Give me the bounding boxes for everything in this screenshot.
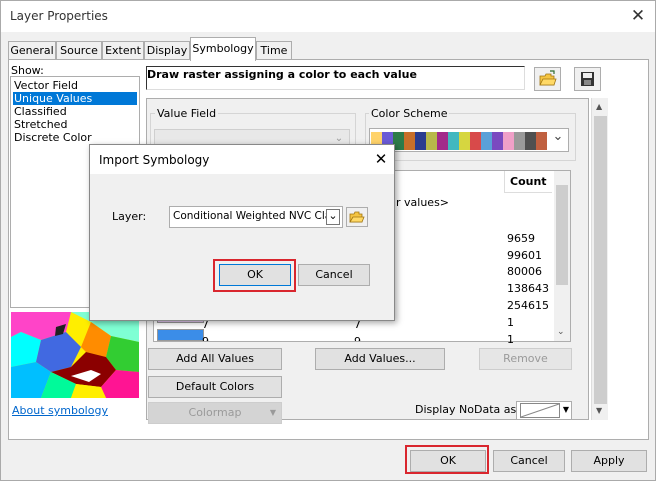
color-scheme-swatch [525,132,536,150]
import-symbology-dialog: Import Symbology ✕ Layer: Conditional We… [89,144,395,321]
chevron-down-icon: ⌄ [552,129,564,144]
chevron-down-icon: ▼ [562,405,569,414]
scroll-down-icon[interactable]: ▼ [596,406,602,415]
count-column-header[interactable]: Count [504,171,552,193]
ok-highlight [405,445,489,474]
nodata-color-swatch [520,403,560,418]
color-scheme-swatch [470,132,481,150]
browse-layer-button[interactable] [346,207,368,227]
add-all-values-button[interactable]: Add All Values [148,348,282,370]
dialog-ok-button[interactable]: OK [219,264,291,286]
table-scroll-thumb[interactable] [556,185,568,285]
dialog-title-bar: Import Symbology ✕ [90,145,394,174]
color-scheme-swatch [459,132,470,150]
dialog-cancel-button[interactable]: Cancel [298,264,370,286]
color-scheme-swatch [437,132,448,150]
tab-general[interactable]: General [8,41,56,60]
tab-symbology[interactable]: Symbology [190,37,256,61]
add-values-button[interactable]: Add Values... [315,348,445,370]
count-cell: 1 [507,333,514,346]
cancel-button[interactable]: Cancel [493,450,565,472]
open-folder-icon [349,211,365,223]
close-icon[interactable]: ✕ [627,5,649,27]
renderer-item-stretched[interactable]: Stretched [13,118,137,131]
about-symbology-link[interactable]: About symbology [12,404,108,417]
import-symbology-button[interactable] [534,67,561,91]
renderer-item-vector-field[interactable]: Vector Field [13,79,137,92]
save-disk-icon [581,72,594,86]
chevron-down-icon: ▼ [269,408,276,417]
all-other-values-label: r values> [396,196,450,209]
layer-select-value: Conditional Weighted NVC Clas [173,210,337,222]
color-scheme-swatch [426,132,437,150]
tab-source[interactable]: Source [56,41,102,60]
panel-scrollbar[interactable]: ▲ ▼ [591,98,608,420]
color-scheme-swatch [514,132,525,150]
tab-display[interactable]: Display [144,41,190,60]
nodata-color-select[interactable]: ▼ [516,401,572,420]
count-cell: 99601 [507,249,542,262]
color-scheme-swatch [448,132,459,150]
dialog-title: Import Symbology [99,153,210,167]
count-cell: 9659 [507,232,535,245]
color-scheme-swatch [415,132,426,150]
scroll-up-icon[interactable]: ▲ [596,102,602,111]
symbol-swatch[interactable] [157,329,204,341]
symbology-preview-image [11,312,139,398]
count-cell: 80006 [507,265,542,278]
table-scrollbar[interactable]: ⌄ [554,171,570,341]
color-scheme-swatch [536,132,547,150]
count-cell: 1 [507,316,514,329]
count-cell: 254615 [507,299,549,312]
display-nodata-label: Display NoData as [415,403,517,416]
colormap-button[interactable]: Colormap ▼ [148,402,282,424]
table-label-cell: 9 [354,335,361,342]
tab-extent[interactable]: Extent [102,41,144,60]
apply-button[interactable]: Apply [571,450,647,472]
color-scheme-ramp [371,130,547,152]
chevron-down-icon[interactable]: ⌄ [326,209,340,225]
open-folder-icon [539,70,557,86]
layer-label: Layer: [112,210,147,223]
color-scheme-swatch [404,132,415,150]
layer-select[interactable]: Conditional Weighted NVC Clas ⌄ [169,206,343,228]
color-scheme-label: Color Scheme [369,107,450,120]
renderer-item-unique-values[interactable]: Unique Values [13,92,137,105]
renderer-item-classified[interactable]: Classified [13,105,137,118]
value-field-label: Value Field [155,107,219,120]
window-title: Layer Properties [10,9,108,23]
close-icon[interactable]: ✕ [372,148,390,170]
color-scheme-swatch [481,132,492,150]
save-layer-file-button[interactable] [574,67,601,91]
tab-time[interactable]: Time [256,41,292,60]
renderer-item-discrete-color[interactable]: Discrete Color [13,131,137,144]
color-scheme-swatch [492,132,503,150]
renderer-description: Draw raster assigning a color to each va… [147,68,417,81]
remove-button[interactable]: Remove [479,348,572,370]
count-cell: 138643 [507,282,549,295]
scroll-thumb[interactable] [594,116,607,404]
title-bar: Layer Properties ✕ [1,1,655,32]
table-value-cell: 9 [202,335,209,342]
colormap-label: Colormap [188,406,242,419]
color-scheme-swatch [503,132,514,150]
default-colors-button[interactable]: Default Colors [148,376,282,398]
scroll-down-icon[interactable]: ⌄ [557,327,565,337]
